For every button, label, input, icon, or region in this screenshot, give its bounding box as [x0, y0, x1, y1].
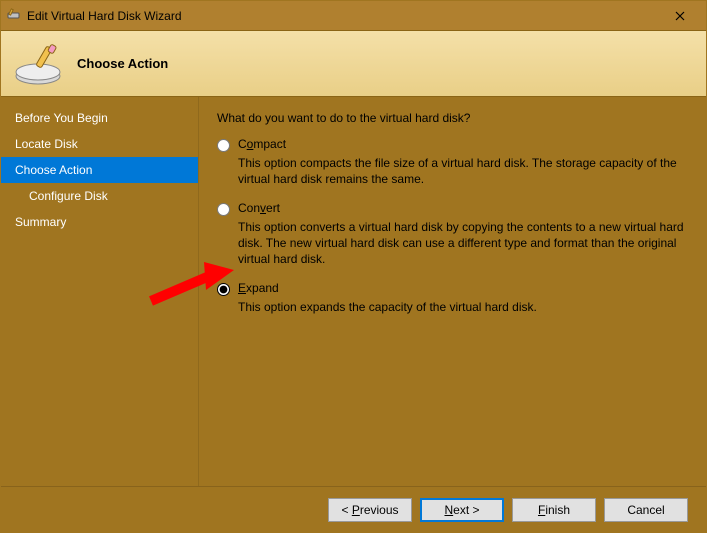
option-convert: Convert This option converts a virtual h…	[217, 201, 688, 267]
finish-button[interactable]: Finish	[512, 498, 596, 522]
app-icon	[7, 6, 23, 25]
radio-compact[interactable]	[217, 139, 230, 152]
radio-convert[interactable]	[217, 203, 230, 216]
step-locate-disk[interactable]: Locate Disk	[1, 131, 198, 157]
content-area: Before You Begin Locate Disk Choose Acti…	[1, 97, 706, 486]
step-choose-action[interactable]: Choose Action	[1, 157, 198, 183]
option-expand: Expand This option expands the capacity …	[217, 281, 688, 315]
wizard-window: Edit Virtual Hard Disk Wizard Choose Act…	[0, 0, 707, 533]
option-convert-desc: This option converts a virtual hard disk…	[238, 219, 688, 267]
next-button[interactable]: Next >	[420, 498, 504, 522]
option-expand-label[interactable]: Expand	[238, 281, 537, 295]
option-expand-desc: This option expands the capacity of the …	[238, 299, 537, 315]
step-summary[interactable]: Summary	[1, 209, 198, 235]
window-title: Edit Virtual Hard Disk Wizard	[7, 6, 660, 25]
window-title-text: Edit Virtual Hard Disk Wizard	[27, 9, 182, 23]
prompt-text: What do you want to do to the virtual ha…	[217, 111, 688, 125]
wizard-sidebar: Before You Begin Locate Disk Choose Acti…	[1, 97, 199, 486]
option-compact-desc: This option compacts the file size of a …	[238, 155, 688, 187]
previous-button[interactable]: < Previous	[328, 498, 412, 522]
cancel-button[interactable]: Cancel	[604, 498, 688, 522]
close-button[interactable]	[660, 2, 700, 30]
wizard-icon	[11, 44, 61, 84]
option-convert-label[interactable]: Convert	[238, 201, 688, 215]
main-panel: What do you want to do to the virtual ha…	[199, 97, 706, 486]
wizard-footer: < Previous Next > Finish Cancel	[1, 486, 706, 532]
step-configure-disk[interactable]: Configure Disk	[1, 183, 198, 209]
banner: Choose Action	[1, 31, 706, 97]
option-compact: Compact This option compacts the file si…	[217, 137, 688, 187]
step-before-you-begin[interactable]: Before You Begin	[1, 105, 198, 131]
option-compact-label[interactable]: Compact	[238, 137, 688, 151]
titlebar: Edit Virtual Hard Disk Wizard	[1, 1, 706, 31]
radio-expand[interactable]	[217, 283, 230, 296]
banner-heading: Choose Action	[77, 56, 168, 71]
